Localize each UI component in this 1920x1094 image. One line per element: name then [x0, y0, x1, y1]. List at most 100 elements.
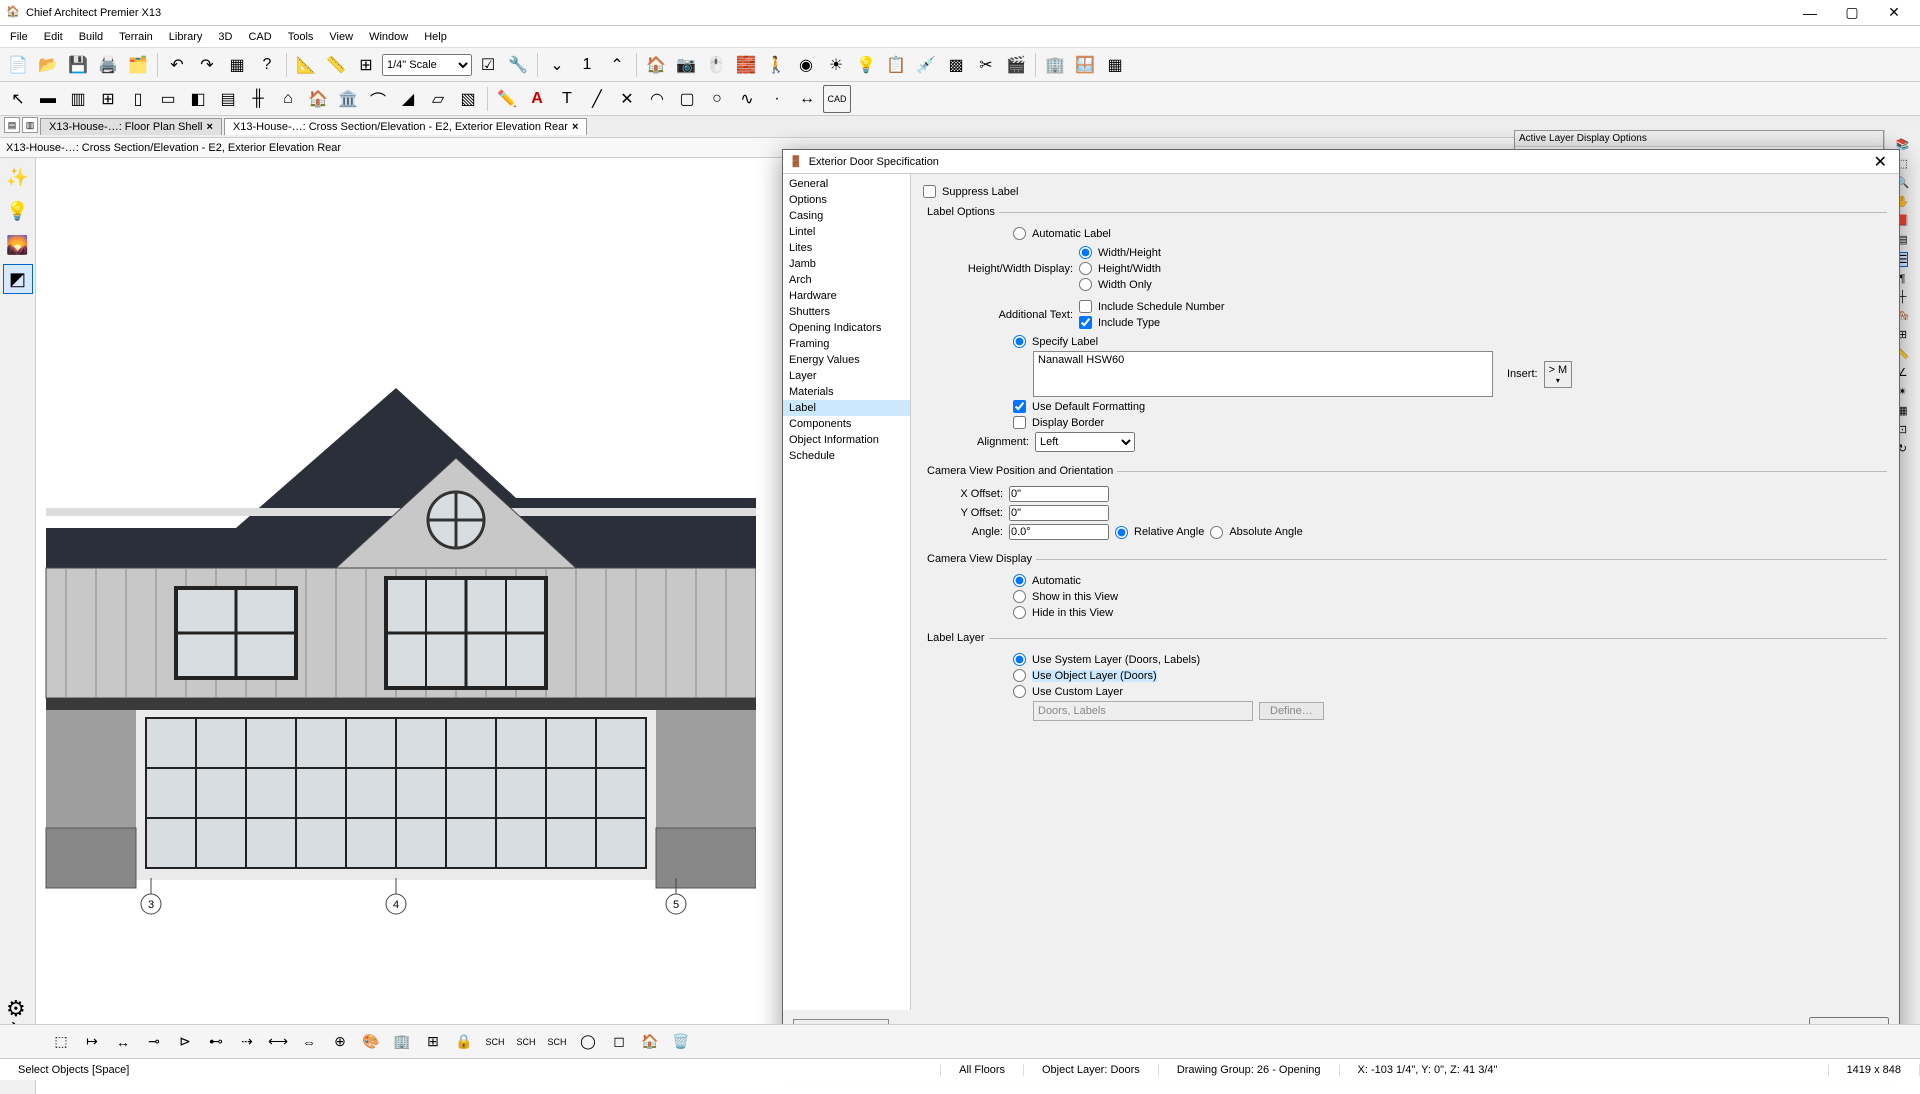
document-tab-active[interactable]: X13-House-…: Cross Section/Elevation - E…	[224, 118, 587, 135]
close-button[interactable]: ✕	[1874, 1, 1914, 25]
custom-layer-radio[interactable]	[1013, 685, 1026, 698]
minimize-button[interactable]: —	[1790, 1, 1830, 25]
measure-icon[interactable]: 📏	[322, 51, 350, 79]
nav-label[interactable]: Label	[783, 400, 910, 416]
wall-tool-icon[interactable]: ▬	[34, 85, 62, 113]
bulb-icon[interactable]: 💡	[3, 196, 33, 226]
dialog-close-button[interactable]: ✕	[1868, 152, 1893, 172]
include-schedule-checkbox[interactable]	[1079, 300, 1092, 313]
box-icon[interactable]: ▧	[454, 85, 482, 113]
check-icon[interactable]: ☑	[474, 51, 502, 79]
menu-build[interactable]: Build	[71, 29, 111, 45]
stair-icon[interactable]: ▤	[214, 85, 242, 113]
window-object-icon[interactable]: 🪟	[1071, 51, 1099, 79]
delete-icon[interactable]: 🗑️	[667, 1028, 695, 1056]
scale-select[interactable]: 1/4" Scale	[382, 54, 472, 76]
include-type-checkbox[interactable]	[1079, 316, 1092, 329]
callout-icon[interactable]: ◯	[574, 1028, 602, 1056]
object-layer-radio[interactable]	[1013, 669, 1026, 682]
tile-icon[interactable]: ▦	[1101, 51, 1129, 79]
endpoint-icon[interactable]: ⊷	[202, 1028, 230, 1056]
menu-view[interactable]: View	[321, 29, 361, 45]
text-icon[interactable]: T	[553, 85, 581, 113]
nav-layer[interactable]: Layer	[783, 368, 910, 384]
delete-surface-icon[interactable]: ✂	[972, 51, 1000, 79]
nav-general[interactable]: General	[783, 176, 910, 192]
print-icon[interactable]: 🖨️	[94, 51, 122, 79]
eyedropper-icon[interactable]: 💉	[912, 51, 940, 79]
dim-icon[interactable]: ↔	[793, 85, 821, 113]
tab-icon[interactable]: ▤	[4, 117, 20, 133]
width-only-radio[interactable]	[1079, 278, 1092, 291]
nav-jamb[interactable]: Jamb	[783, 256, 910, 272]
specify-label-input[interactable]: Nanawall HSW60	[1033, 351, 1493, 397]
roof-icon[interactable]: ⌂	[274, 85, 302, 113]
open-file-icon[interactable]: 📂	[34, 51, 62, 79]
menu-terrain[interactable]: Terrain	[111, 29, 161, 45]
light-icon[interactable]: 💡	[852, 51, 880, 79]
arc-icon[interactable]: ◠	[643, 85, 671, 113]
default-formatting-checkbox[interactable]	[1013, 400, 1026, 413]
framing-icon[interactable]: ╫	[244, 85, 272, 113]
menu-file[interactable]: File	[2, 29, 36, 45]
new-file-icon[interactable]: 📄	[4, 51, 32, 79]
nav-energy-values[interactable]: Energy Values	[783, 352, 910, 368]
menu-tools[interactable]: Tools	[280, 29, 322, 45]
clipboard-icon[interactable]: 📋	[882, 51, 910, 79]
dimension-icon[interactable]: ↔	[109, 1028, 137, 1056]
tab-close-icon[interactable]: ×	[206, 121, 212, 133]
menu-help[interactable]: Help	[416, 29, 455, 45]
x-offset-input[interactable]	[1009, 486, 1109, 502]
palette-icon[interactable]: 🎨	[357, 1028, 385, 1056]
nav-arch[interactable]: Arch	[783, 272, 910, 288]
add-dim-icon[interactable]: ⊕	[326, 1028, 354, 1056]
grid-snap-icon[interactable]: ⊞	[419, 1028, 447, 1056]
line-icon[interactable]: ╱	[583, 85, 611, 113]
point-icon[interactable]: ·	[763, 85, 791, 113]
sch2-icon[interactable]: SCH	[512, 1028, 540, 1056]
object-icon[interactable]: ▦	[223, 51, 251, 79]
nav-materials[interactable]: Materials	[783, 384, 910, 400]
select-icon[interactable]: ↖	[4, 85, 32, 113]
material-icon[interactable]: 🧱	[732, 51, 760, 79]
system-layer-radio[interactable]	[1013, 653, 1026, 666]
temp-dim-icon[interactable]: ⟷	[264, 1028, 292, 1056]
nav-framing[interactable]: Framing	[783, 336, 910, 352]
dialog-titlebar[interactable]: 🚪 Exterior Door Specification ✕	[783, 150, 1899, 174]
relative-angle-radio[interactable]	[1115, 526, 1128, 539]
door-tool-icon[interactable]: ▯	[124, 85, 152, 113]
wrench-icon[interactable]: 🔧	[504, 51, 532, 79]
undo-icon[interactable]: ↶	[163, 51, 191, 79]
dimension-tool-icon[interactable]: ⇢	[233, 1028, 261, 1056]
line-edit-icon[interactable]: ⊳	[171, 1028, 199, 1056]
menu-library[interactable]: Library	[161, 29, 211, 45]
menu-edit[interactable]: Edit	[36, 29, 71, 45]
sun-tool-icon[interactable]: 🌄	[3, 230, 33, 260]
section-icon[interactable]: ✕	[613, 85, 641, 113]
maximize-button[interactable]: ▢	[1832, 1, 1872, 25]
specify-label-radio[interactable]	[1013, 335, 1026, 348]
sch3-icon[interactable]: SCH	[543, 1028, 571, 1056]
absolute-angle-radio[interactable]	[1210, 526, 1223, 539]
point-to-point-icon[interactable]: ⊸	[140, 1028, 168, 1056]
nav-shutters[interactable]: Shutters	[783, 304, 910, 320]
molding-icon[interactable]: ⌒	[364, 85, 392, 113]
cad-icon[interactable]: CAD	[823, 85, 851, 113]
suppress-label-checkbox[interactable]	[923, 185, 936, 198]
shadows-icon[interactable]: ▩	[942, 51, 970, 79]
menu-3d[interactable]: 3D	[210, 29, 240, 45]
angle-input[interactable]	[1009, 524, 1109, 540]
cabinet-icon[interactable]: ▭	[154, 85, 182, 113]
pencil-icon[interactable]: ✏️	[493, 85, 521, 113]
rect-icon[interactable]: ▢	[673, 85, 701, 113]
nav-opening-indicators[interactable]: Opening Indicators	[783, 320, 910, 336]
circle-icon[interactable]: ○	[703, 85, 731, 113]
width-height-radio[interactable]	[1079, 246, 1092, 259]
walk-icon[interactable]: 🚶	[762, 51, 790, 79]
light-tool-icon[interactable]: ✨	[3, 162, 33, 192]
house-edit-icon[interactable]: 🏠	[636, 1028, 664, 1056]
move-icon[interactable]: ↦	[78, 1028, 106, 1056]
house-icon[interactable]: 🏠	[304, 85, 332, 113]
floor-up-icon[interactable]: ⌃	[603, 51, 631, 79]
slab-icon[interactable]: ▱	[424, 85, 452, 113]
